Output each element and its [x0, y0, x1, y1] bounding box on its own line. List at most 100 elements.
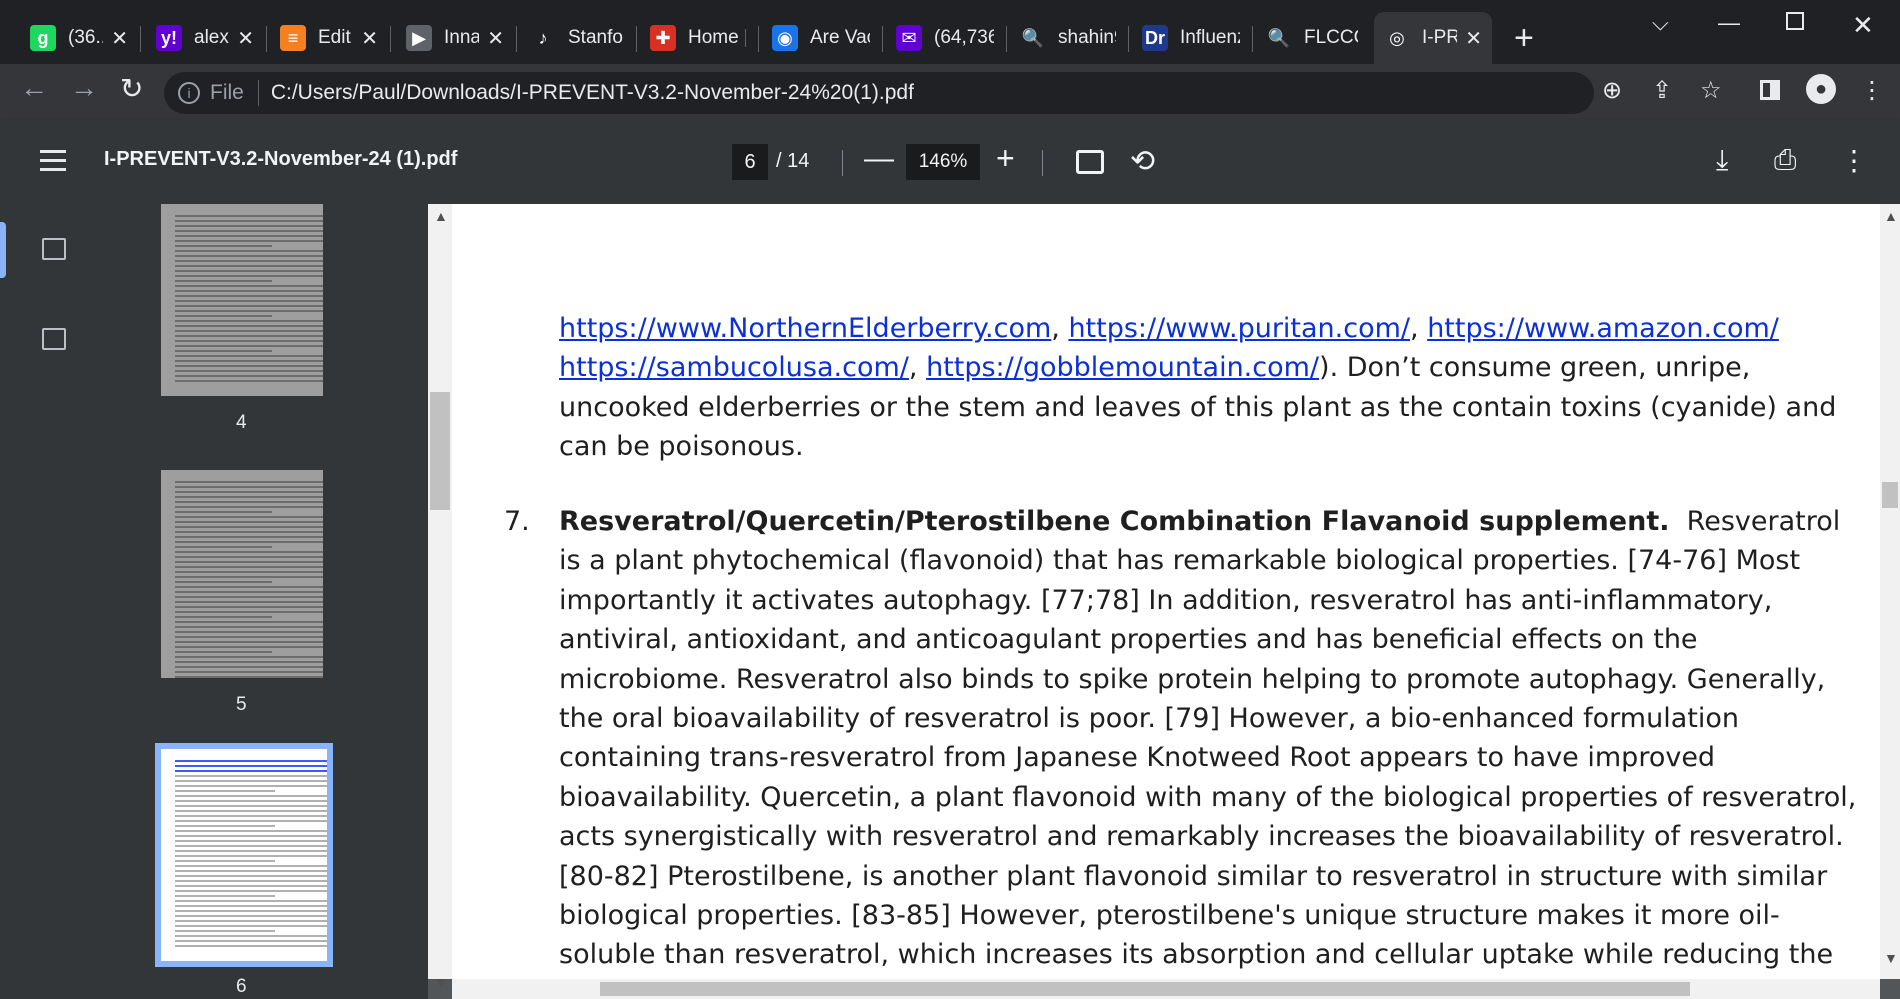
reload-button[interactable]: ↻ [120, 72, 143, 105]
tab[interactable]: 🔍 shahin9 [1010, 12, 1126, 64]
thumbnail-text-line [175, 621, 323, 623]
page-number-input[interactable]: 6 [732, 144, 768, 180]
menu-icon[interactable] [40, 150, 66, 177]
share-icon[interactable]: ⇪ [1652, 76, 1672, 105]
print-icon[interactable]: ⎙ [1774, 144, 1796, 177]
link[interactable]: https://sambucolusa.com/ [559, 352, 909, 383]
thumbnails-view-icon[interactable] [42, 238, 66, 260]
tab[interactable]: 🔍 FLCCC+ [1256, 12, 1368, 64]
thumbnail-text-line [175, 521, 323, 523]
maximize-button[interactable] [1786, 12, 1804, 30]
tab-search-icon[interactable]: ⌵ [1652, 10, 1669, 36]
thumbnail-text-line [175, 646, 323, 648]
thumbnail-text-line [175, 760, 327, 762]
thumbnail-text-line [175, 875, 327, 877]
tab-separator [758, 26, 759, 52]
tab[interactable]: g (36... ✕ [20, 12, 138, 64]
more-actions-icon[interactable]: ⋮ [1840, 144, 1868, 177]
bookmark-star-icon[interactable]: ☆ [1700, 76, 1722, 105]
horizontal-scrollbar-thumb[interactable] [600, 982, 1690, 996]
sidebar-scrollbar[interactable] [428, 204, 452, 979]
thumbnail-text-line [175, 325, 323, 327]
tab[interactable]: ≡ Edit ✕ [270, 12, 388, 64]
thumbnail-text-line [175, 905, 327, 907]
tab[interactable]: ✉ (64,736 [886, 12, 1004, 64]
document-scrollbar[interactable] [1880, 204, 1900, 979]
scroll-down-arrow-icon[interactable]: ▼ [434, 974, 448, 990]
link[interactable]: https://www.NorthernElderberry.com [559, 313, 1051, 344]
thumbnail-text-line [175, 780, 327, 782]
zoom-icon[interactable]: ⊕ [1602, 76, 1622, 105]
thumbnail-text-line [175, 310, 323, 312]
tab[interactable]: ◉ Are Vacc [762, 12, 880, 64]
thumbnail-text-line [175, 345, 323, 347]
close-icon[interactable]: ✕ [1465, 26, 1482, 51]
search-icon: 🔍 [1020, 25, 1046, 51]
thumbnail-text-line [175, 245, 273, 247]
tab[interactable]: ✚ Home | [640, 12, 756, 64]
g-icon: g [30, 25, 56, 51]
thumbnail-text-line [175, 320, 323, 322]
thumbnail-text-line [175, 611, 323, 613]
profile-avatar-icon[interactable]: ● [1806, 74, 1836, 104]
browser-toolbar: ← → ↻ i File C:/Users/Paul/Downloads/I-P… [0, 64, 1900, 120]
new-tab-button[interactable]: + [1514, 20, 1534, 56]
thumbnail-text-line [175, 220, 323, 222]
thumbnail-text-line [175, 481, 323, 483]
sidebar-scrollbar-thumb[interactable] [430, 392, 450, 510]
side-panel-icon[interactable] [1760, 80, 1780, 100]
thumbnail-text-line [175, 805, 327, 807]
close-icon[interactable]: ✕ [237, 26, 254, 51]
document-scrollbar-thumb[interactable] [1882, 482, 1898, 508]
link[interactable]: https://gobblemountain.com/ [926, 352, 1319, 383]
thumbnail-text-line [175, 880, 327, 882]
thumbnail-text-line [175, 566, 323, 568]
thumbnail-text-line [175, 215, 323, 217]
thumbnail-text-line [175, 641, 323, 643]
close-window-button[interactable]: ✕ [1852, 10, 1874, 41]
download-icon[interactable]: ⤓ [1716, 144, 1728, 177]
close-icon[interactable]: ✕ [487, 26, 504, 51]
close-icon[interactable]: ✕ [111, 26, 128, 51]
zoom-out-button[interactable]: — [864, 142, 894, 176]
pdf-sidebar: 4 5 6 [0, 204, 428, 999]
thumbnail-text-line [175, 305, 323, 307]
tab[interactable]: Dr Influenz [1132, 12, 1250, 64]
sidebar-icon-rail [0, 204, 100, 999]
tab-separator [882, 26, 883, 52]
thumbnail-text-line [175, 885, 327, 887]
thumbnail-text-line [175, 815, 327, 817]
globe-icon: ◎ [1384, 25, 1410, 51]
fit-page-icon[interactable] [1076, 150, 1104, 174]
zoom-in-button[interactable]: + [996, 140, 1015, 177]
zoom-level-input[interactable]: 146% [906, 144, 980, 180]
page-thumbnail-6[interactable] [155, 743, 333, 967]
tab-separator [516, 26, 517, 52]
item-body: Resveratrol is a plant phytochemical (fl… [559, 506, 1857, 979]
tab[interactable]: y! alex ✕ [146, 12, 264, 64]
info-icon[interactable]: i [178, 82, 200, 104]
tab[interactable]: ♪ Stanford [520, 12, 634, 64]
scroll-up-arrow-icon[interactable]: ▲ [434, 208, 448, 224]
tab[interactable]: ◎ I-PR ✕ [1374, 12, 1492, 64]
page-thumbnail-4[interactable] [161, 204, 323, 396]
thumbnail-text-line [175, 636, 323, 638]
browser-menu-icon[interactable]: ⋮ [1860, 76, 1884, 105]
tab[interactable]: ▶ Inna ✕ [396, 12, 514, 64]
link[interactable]: https://www.puritan.com/ [1068, 313, 1410, 344]
page-thumbnail-5[interactable] [161, 470, 323, 678]
thumbnail-text-line [175, 606, 323, 608]
forward-button[interactable]: → [70, 72, 98, 104]
minimize-button[interactable]: — [1718, 10, 1740, 36]
url-text[interactable]: C:/Users/Paul/Downloads/I-PREVENT-V3.2-N… [271, 81, 914, 105]
thumbnail-text-line [175, 531, 323, 533]
close-icon[interactable]: ✕ [361, 26, 378, 51]
scroll-up-arrow-icon[interactable]: ▲ [1884, 208, 1898, 224]
back-button[interactable]: ← [20, 72, 48, 104]
link[interactable]: https://www.amazon.com/ [1427, 313, 1779, 344]
divider [1042, 150, 1043, 176]
address-bar[interactable]: i File C:/Users/Paul/Downloads/I-PREVENT… [164, 72, 1594, 114]
outline-view-icon[interactable] [42, 328, 66, 350]
rotate-icon[interactable]: ⟲ [1130, 144, 1155, 179]
scroll-down-arrow-icon[interactable]: ▼ [1884, 950, 1898, 966]
